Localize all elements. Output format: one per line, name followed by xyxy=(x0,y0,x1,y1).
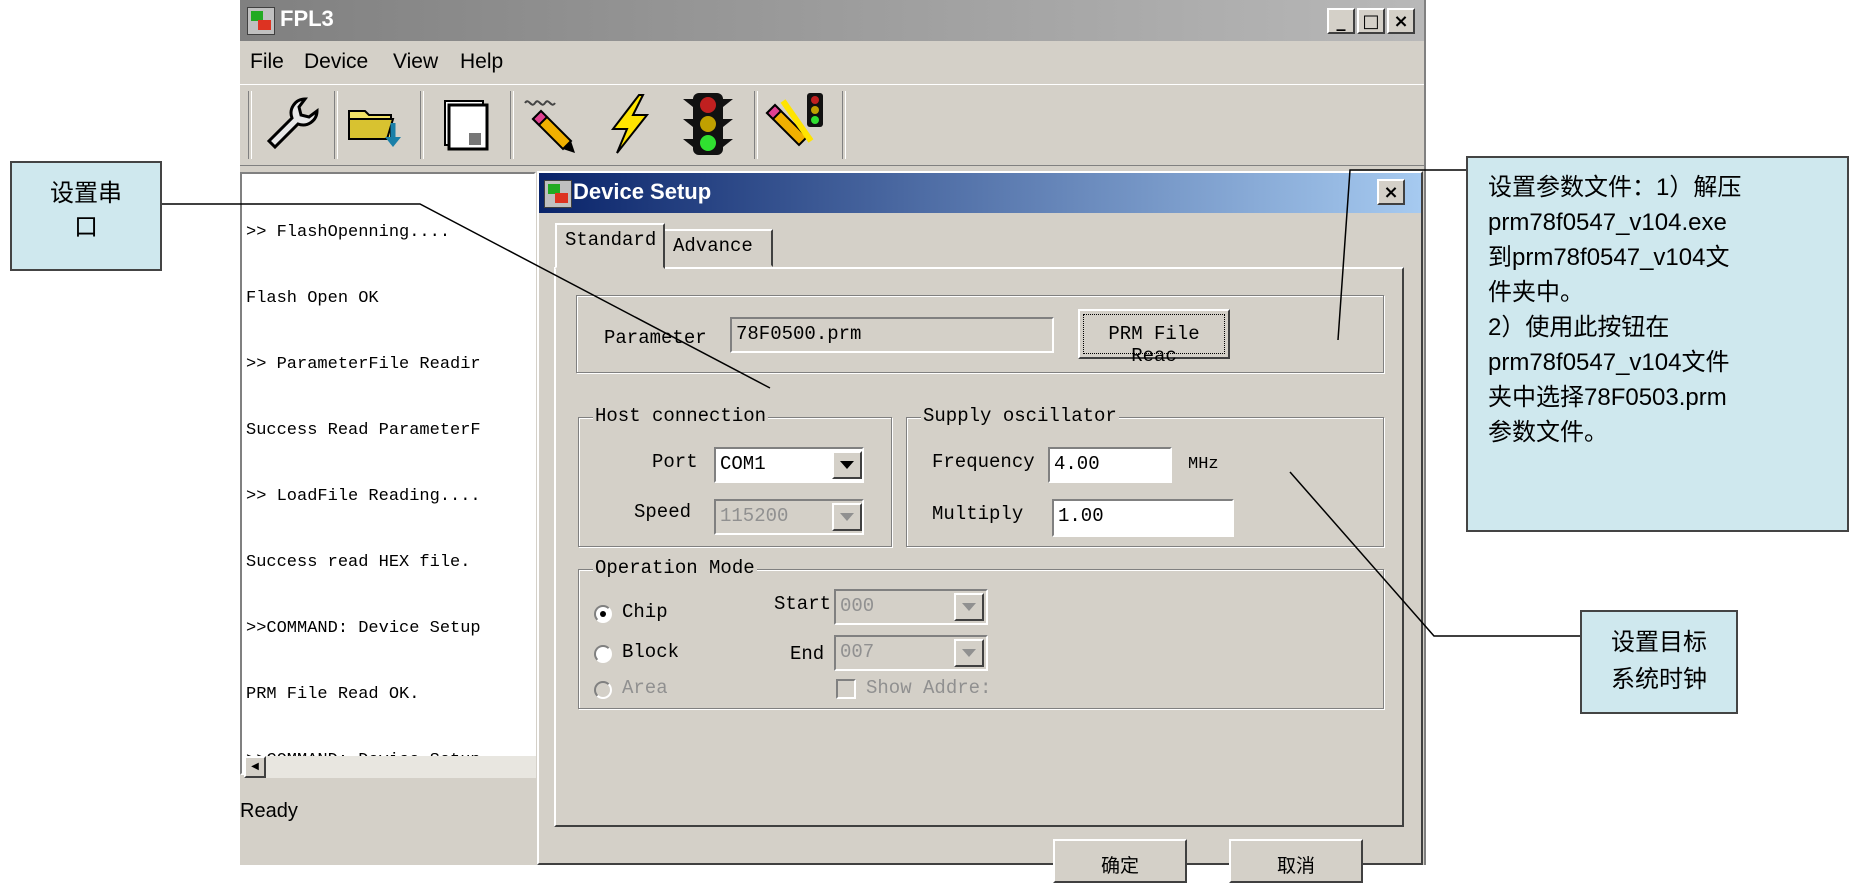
host-connection-legend: Host connection xyxy=(593,405,769,427)
minimize-button[interactable]: _ xyxy=(1327,8,1355,34)
callout-line: 到prm78f0547_v104文 xyxy=(1488,244,1730,271)
menu-help[interactable]: Help xyxy=(460,50,503,74)
callout-line: 设置参数文件：1）解压 xyxy=(1488,174,1742,201)
log-line: PRM File Read OK. xyxy=(246,685,420,704)
start-label: Start xyxy=(774,593,832,615)
chip-radio[interactable] xyxy=(594,605,612,623)
prm-file-read-button[interactable]: PRM File Reac xyxy=(1078,309,1230,367)
menu-view[interactable]: View xyxy=(393,50,438,74)
frequency-label: Frequency xyxy=(932,451,1035,473)
callout-line: 口 xyxy=(74,214,98,241)
toolbar xyxy=(240,84,1424,166)
end-dropdown-chevron-icon xyxy=(954,639,984,667)
callout-line: 2）使用此按钮在 xyxy=(1488,314,1670,341)
parameter-file-callout: 设置参数文件：1）解压 prm78f0547_v104.exe 到prm78f0… xyxy=(1466,156,1849,532)
tab-advance[interactable]: Advance xyxy=(663,229,773,267)
multiply-label: Multiply xyxy=(932,503,1024,525)
speed-label: Speed xyxy=(634,501,692,523)
auto-program-icon[interactable] xyxy=(758,89,834,159)
fpl3-app-icon xyxy=(247,7,275,35)
chip-label: Chip xyxy=(622,601,668,623)
callout-line: 件夹中。 xyxy=(1488,279,1584,306)
callout-line: 参数文件。 xyxy=(1488,419,1608,446)
log-line: >>COMMAND: Device Setup xyxy=(246,619,481,638)
end-label: End xyxy=(790,643,825,665)
maximize-button[interactable]: □ xyxy=(1357,8,1385,34)
dialog-app-icon xyxy=(544,180,572,208)
callout-line: 设置串 xyxy=(50,180,122,207)
area-label: Area xyxy=(622,677,668,699)
callout-line: 夹中选择78F0503.prm xyxy=(1488,384,1727,411)
operation-mode-legend: Operation Mode xyxy=(593,557,757,579)
area-radio xyxy=(594,681,612,699)
multiply-input[interactable]: 1.00 xyxy=(1052,499,1234,537)
supply-oscillator-legend: Supply oscillator xyxy=(921,405,1119,427)
show-address-checkbox xyxy=(836,679,856,699)
port-label: Port xyxy=(652,451,698,473)
block-label: Block xyxy=(622,641,680,663)
start-dropdown-chevron-icon xyxy=(954,593,984,621)
traffic-light-icon[interactable] xyxy=(670,89,746,159)
fpl3-window-title: FPL3 xyxy=(280,6,334,31)
dialog-close-button[interactable]: × xyxy=(1377,179,1405,205)
status-bar-text: Ready xyxy=(240,800,298,822)
log-horizontal-scrollbar[interactable]: ◀ xyxy=(244,756,536,778)
log-line: >> ParameterFile Readir xyxy=(246,355,481,374)
device-setup-dialog: Device Setup × Standard Advance Paramete… xyxy=(537,171,1423,883)
log-line: Flash Open OK xyxy=(246,289,379,308)
blank-page-icon[interactable] xyxy=(426,89,502,159)
scroll-left-icon[interactable]: ◀ xyxy=(244,756,266,778)
cancel-button[interactable]: 取消 xyxy=(1229,839,1363,883)
log-line: >> LoadFile Reading.... xyxy=(246,487,481,506)
parameter-file-field: 78F0500.prm xyxy=(730,317,1054,353)
callout-line: 设置目标 xyxy=(1611,629,1707,656)
log-panel[interactable]: >> FlashOpenning.... Flash Open OK >> Pa… xyxy=(240,172,536,775)
callout-line: prm78f0547_v104文件 xyxy=(1488,349,1730,376)
callout-line: prm78f0547_v104.exe xyxy=(1488,209,1727,236)
clock-callout: 设置目标 系统时钟 xyxy=(1580,610,1738,714)
log-line: Success Read ParameterF xyxy=(246,421,481,440)
port-dropdown-chevron-icon[interactable] xyxy=(832,451,862,479)
wrench-icon[interactable] xyxy=(254,89,330,159)
ok-button[interactable]: 确定 xyxy=(1053,839,1187,883)
erase-pencil-icon[interactable] xyxy=(514,89,590,159)
speed-dropdown-chevron-icon xyxy=(832,503,862,531)
log-line: Success read HEX file. xyxy=(246,553,471,572)
menu-device[interactable]: Device xyxy=(304,50,368,74)
port-callout: 设置串 口 xyxy=(10,161,162,271)
fpl3-title-bar[interactable]: FPL3 _ □ × xyxy=(240,0,1424,41)
dialog-title: Device Setup xyxy=(573,179,712,204)
standard-tab-panel: Parameter 78F0500.prm PRM File Reac Host… xyxy=(554,267,1404,827)
tab-standard[interactable]: Standard xyxy=(555,223,665,269)
menu-bar: File Device View Help xyxy=(240,45,1424,81)
parameter-label: Parameter xyxy=(604,327,707,349)
callout-line: 系统时钟 xyxy=(1611,666,1707,693)
folder-load-icon[interactable] xyxy=(338,89,414,159)
menu-file[interactable]: File xyxy=(250,50,284,74)
close-button[interactable]: × xyxy=(1387,8,1415,34)
dialog-title-bar[interactable]: Device Setup × xyxy=(539,173,1421,213)
lightning-icon[interactable] xyxy=(592,89,668,159)
frequency-input[interactable]: 4.00 xyxy=(1048,447,1172,483)
frequency-unit: MHz xyxy=(1188,455,1219,474)
show-address-label: Show Addre: xyxy=(866,677,992,699)
log-line: >> FlashOpenning.... xyxy=(246,223,451,242)
block-radio[interactable] xyxy=(594,645,612,663)
